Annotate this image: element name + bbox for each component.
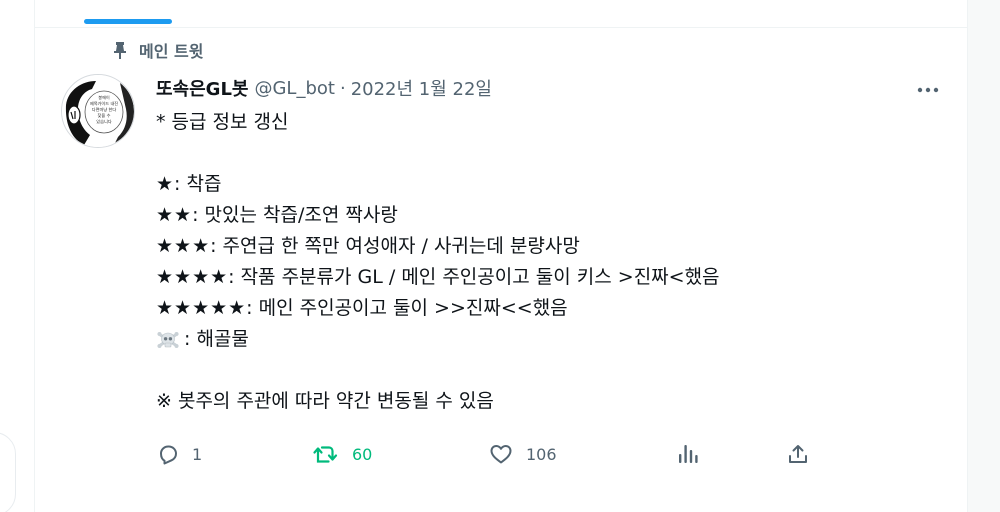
tweet-date[interactable]: 2022년 1월 22일 [351,75,492,101]
rating-line-4: ★★★★ : 작품 주분류가 GL / 메인 주인공이고 둘이 키스 >진짜<했… [156,262,936,293]
tweet-line: * 등급 정보 갱신 [156,111,289,133]
reply-count: 1 [192,444,203,464]
page: 메인 트윗 봉에이 제목가이드 내진 다면마냥 한다 찾을 수 있습니다 또속은… [0,0,1000,512]
like-button[interactable]: 106 [488,442,676,466]
reply-icon [156,442,180,466]
tweet-header: 또속은GL봇 @GL_bot · 2022년 1월 22일 [156,74,492,102]
separator-dot: · [339,77,346,99]
avatar-text-line: 다면마냥 한다 [92,106,117,113]
avatar-text-line: 찾을 수 [98,112,111,119]
retweet-button[interactable]: 60 [312,442,488,466]
rating-text: : 착즙 [174,173,222,195]
stars: ★ [156,173,175,195]
avatar[interactable]: 봉에이 제목가이드 내진 다면마냥 한다 찾을 수 있습니다 [61,74,135,148]
rating-text: : 메인 주인공이고 둘이 >>진짜<<했음 [246,297,568,319]
user-handle[interactable]: @GL_bot [254,78,334,99]
rating-line-3: ★★★ : 주연급 한 쪽만 여성애자 / 사귀는데 분량사망 [156,231,936,262]
tweet-text: * 등급 정보 갱신 ★ : 착즙 ★★ : 맛있는 착즙/조연 짝사랑 ★★★… [156,107,936,417]
share-icon [786,442,810,466]
rating-text: : 작품 주분류가 GL / 메인 주인공이고 둘이 키스 >진짜<했음 [228,266,720,288]
retweet-count: 60 [352,444,373,464]
skull-crossbones-icon [156,329,180,351]
reply-button[interactable]: 1 [156,442,312,466]
pin-icon [111,41,129,59]
avatar-text-line: 제목가이드 내진 [90,100,118,107]
like-icon [488,442,514,466]
stars: ★★★★★ [156,297,247,319]
floating-button-edge[interactable] [0,432,16,512]
like-count: 106 [526,444,557,464]
avatar-text-line: 봉에이 [98,94,110,101]
stars: ★★★★ [156,266,229,288]
active-tab-indicator [84,19,172,24]
left-gutter [0,0,34,512]
rating-line-5: ★★★★★ : 메인 주인공이고 둘이 >>진짜<<했음 [156,293,936,324]
previous-item-divider [35,0,967,28]
rating-text: : 해골물 [184,328,249,350]
views-icon [676,442,700,466]
display-name[interactable]: 또속은GL봇 [156,75,248,101]
more-options-button[interactable] [915,76,941,98]
timeline: 메인 트윗 봉에이 제목가이드 내진 다면마냥 한다 찾을 수 있습니다 또속은… [34,0,968,512]
rating-line-skull: : 해골물 [156,324,936,355]
share-button[interactable] [786,442,810,466]
avatar-text-line: 있습니다 [96,118,112,125]
rating-text: : 맛있는 착즙/조연 짝사랑 [192,204,398,226]
pinned-indicator: 메인 트윗 [111,38,203,62]
more-icon [917,78,939,97]
stars: ★★ [156,204,193,226]
note-line: ※ 봇주의 주관에 따라 약간 변동될 수 있음 [156,390,494,412]
tweet-actions: 1 60 106 [156,436,816,472]
views-button[interactable] [676,442,786,466]
rating-text: : 주연급 한 쪽만 여성애자 / 사귀는데 분량사망 [210,235,580,257]
retweet-icon [312,442,340,466]
rating-line-1: ★ : 착즙 [156,169,936,200]
rating-line-2: ★★ : 맛있는 착즙/조연 짝사랑 [156,200,936,231]
pinned-label: 메인 트윗 [139,42,204,61]
stars: ★★★ [156,235,211,257]
